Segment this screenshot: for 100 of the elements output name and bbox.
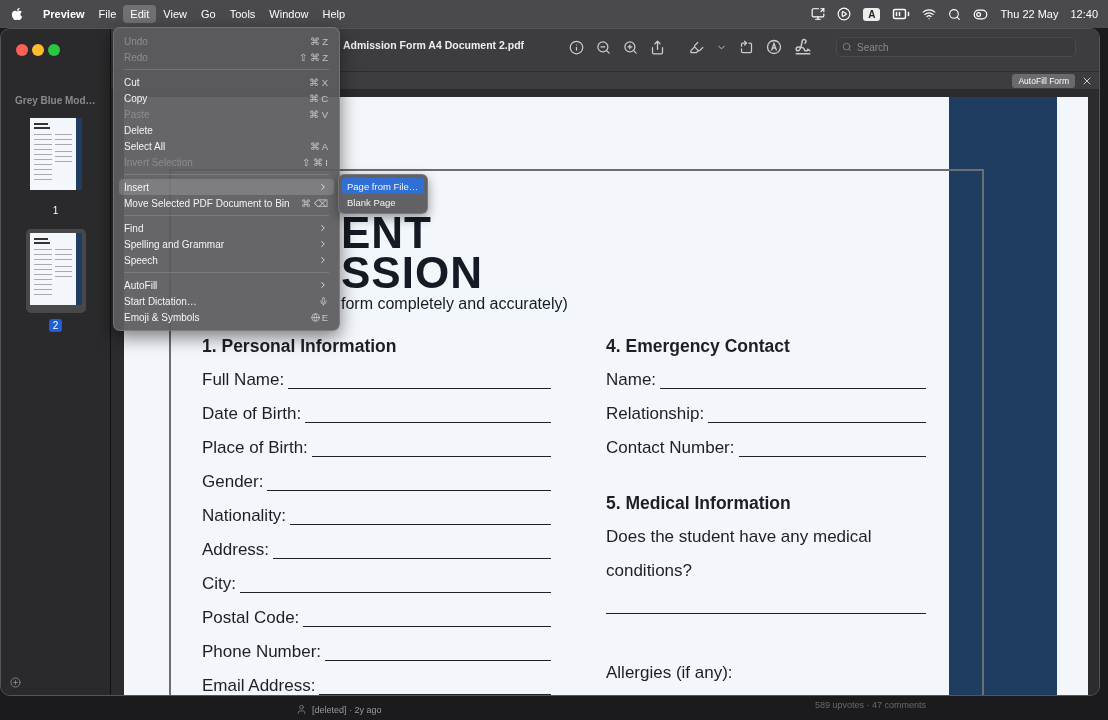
question-text: Does the student have any medical (606, 527, 872, 547)
autofill-button[interactable]: AutoFill Form (1012, 73, 1075, 88)
fill-in-line[interactable] (606, 612, 926, 614)
menu-title[interactable]: Go (193, 5, 223, 23)
field-label: City: (202, 574, 236, 594)
zoom-out-icon[interactable] (596, 39, 611, 55)
info-icon[interactable] (569, 39, 584, 55)
globe-icon (310, 312, 320, 322)
field-label: Postal Code: (202, 608, 300, 628)
menu-item[interactable]: Speech (119, 252, 334, 268)
add-icon[interactable] (10, 677, 21, 688)
menu-item[interactable]: Cut ⌘ X (119, 74, 334, 90)
shortcut-text: ⇧ ⌘ I (302, 156, 328, 168)
fill-in-line[interactable] (267, 489, 551, 491)
fill-in-line[interactable] (303, 625, 551, 627)
fill-in-line[interactable] (305, 421, 551, 423)
window-title: Admission Form A4 Document 2.pdf (343, 39, 526, 51)
thumbnail-frame[interactable] (25, 229, 86, 313)
menu-title[interactable]: File (91, 5, 124, 23)
zoom-button[interactable] (48, 44, 60, 56)
menu-item[interactable]: Spelling and Grammar (119, 236, 334, 252)
fill-in-line[interactable] (325, 659, 551, 661)
fill-in-line[interactable] (708, 421, 926, 423)
page-number: 2 (48, 319, 63, 332)
menu-item[interactable]: Move Selected PDF Document to Bin ⌘ ⌫ (119, 195, 334, 211)
fill-in-line[interactable] (290, 523, 551, 525)
menu-item[interactable]: Select All ⌘ A (119, 138, 334, 154)
field-label: Place of Birth: (202, 438, 308, 458)
menu-item[interactable]: Find (119, 220, 334, 236)
menu-title[interactable]: Help (315, 5, 353, 23)
menu-title[interactable]: View (156, 5, 194, 23)
document-heading: SSION (341, 253, 483, 293)
page-number: 1 (51, 204, 60, 217)
search-icon[interactable] (948, 7, 962, 21)
avatar-icon (296, 704, 307, 715)
shortcut-text: ⌘ Z (309, 35, 328, 47)
shortcut-text: ⌘ C (308, 92, 328, 104)
post-author[interactable]: [deleted] · 2y ago (312, 704, 382, 715)
time-text[interactable]: 12:40 (1070, 8, 1098, 20)
control-center-icon[interactable] (973, 6, 989, 22)
signature-icon[interactable] (794, 38, 812, 56)
apple-icon[interactable] (10, 7, 24, 21)
menu-item[interactable]: Insert (119, 179, 334, 195)
fill-in-line[interactable] (738, 455, 926, 457)
shortcut-text: ⌘ V (309, 108, 328, 120)
section-heading: 4. Emergency Contact (606, 335, 790, 357)
play-icon[interactable] (837, 7, 852, 21)
app-menu[interactable]: Preview (36, 5, 92, 23)
menu-item[interactable]: Blank Page (342, 194, 424, 210)
page-thumbnail[interactable] (29, 118, 82, 190)
menu-item[interactable]: Delete (119, 122, 334, 138)
share-icon[interactable] (650, 39, 665, 55)
fill-in-line[interactable] (319, 693, 551, 695)
field-label: Name: (606, 370, 657, 390)
document-heading: ENT (341, 213, 432, 253)
screen-mirroring-icon[interactable] (811, 7, 826, 21)
menu-item[interactable]: Page from File… (342, 178, 424, 194)
menu-item[interactable]: AutoFill (119, 277, 334, 293)
wifi-icon[interactable] (922, 7, 937, 21)
search-field[interactable]: Search (836, 37, 1076, 57)
fill-in-line[interactable] (660, 387, 926, 389)
menu-title[interactable]: Window (262, 5, 316, 23)
field-label: Date of Birth: (202, 404, 302, 424)
section-heading: 5. Medical Information (606, 492, 791, 514)
minimize-button[interactable] (32, 44, 44, 56)
microphone-icon (319, 296, 328, 306)
menu-item[interactable]: Copy ⌘ C (119, 90, 334, 106)
shortcut-text: ⌘ A (309, 140, 328, 152)
markup-icon[interactable] (766, 39, 782, 55)
field-label: Nationality: (202, 506, 287, 526)
shortcut-text: ⌘ X (309, 76, 328, 88)
fill-in-line[interactable] (240, 591, 551, 593)
section-heading: 1. Personal Information (202, 335, 397, 357)
field-label: Phone Number: (202, 642, 322, 662)
document-subtitle: form completely and accurately) (341, 295, 568, 313)
post-stats: 589 upvotes · 47 comments (815, 700, 927, 710)
page-thumbnail[interactable] (29, 233, 82, 305)
fill-in-line[interactable] (311, 455, 551, 457)
field-label: Contact Number: (606, 438, 735, 458)
highlighter-icon[interactable] (689, 39, 704, 55)
question-text: Allergies (if any): (606, 663, 733, 683)
field-label: Gender: (202, 472, 264, 492)
question-text: conditions? (606, 561, 692, 581)
close-button[interactable] (16, 44, 28, 56)
fill-in-line[interactable] (273, 557, 551, 559)
menu-title[interactable]: Edit (123, 5, 157, 23)
zoom-in-icon[interactable] (623, 39, 638, 55)
field-label: Address: (202, 540, 270, 560)
input-source[interactable]: A (863, 7, 881, 21)
menu-item[interactable]: Start Dictation… (119, 293, 334, 309)
rotate-icon[interactable] (739, 39, 754, 55)
document-name: Grey Blue Mod… (14, 95, 96, 106)
date-text[interactable]: Thu 22 May (1000, 8, 1059, 20)
shortcut-text: E (321, 311, 328, 323)
menu-item[interactable]: Emoji & Symbols E (119, 309, 334, 325)
field-label: Relationship: (606, 404, 705, 424)
menu-title[interactable]: Tools (222, 5, 263, 23)
fill-in-line[interactable] (288, 387, 551, 389)
shortcut-text: ⇧ ⌘ Z (298, 51, 328, 63)
search-icon (842, 42, 852, 52)
